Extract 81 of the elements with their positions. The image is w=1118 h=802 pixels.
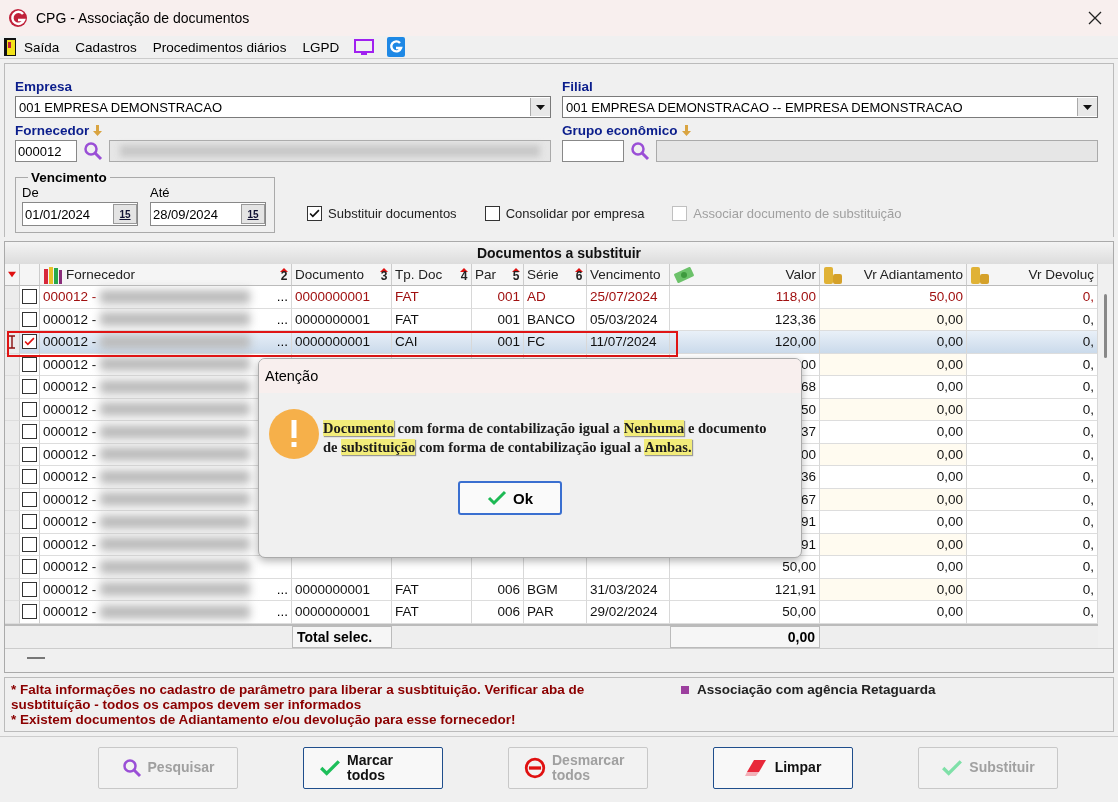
advance-cell: 0,00 <box>820 421 967 444</box>
supplier-cell: 000012 - <box>43 604 97 620</box>
more-text: ... <box>276 604 288 620</box>
advance-cell: 0,00 <box>820 578 967 601</box>
total-value: 0,00 <box>670 625 820 648</box>
grid-title: Documentos a substituir <box>5 242 1113 264</box>
series-cell: PAR <box>524 601 587 624</box>
field-label: Empresa <box>15 77 73 96</box>
refund-cell: 0, <box>967 601 1098 624</box>
document-cell: 0000000001 <box>292 286 392 309</box>
installment-cell: 006 <box>472 601 524 624</box>
refund-cell: 0, <box>967 286 1098 309</box>
refund-cell: 0, <box>967 466 1098 489</box>
advance-cell: 0,00 <box>820 398 967 421</box>
due-date-cell: 29/02/2024 <box>587 601 670 624</box>
document-cell: 0000000001 <box>292 601 392 624</box>
advance-cell: 0,00 <box>820 331 967 354</box>
type-cell: CAI <box>392 331 472 354</box>
installment-cell: 001 <box>472 308 524 331</box>
value-cell: 120,00 <box>670 331 820 354</box>
supplier-cell: 000012 - <box>43 469 97 485</box>
advance-cell: 0,00 <box>820 308 967 331</box>
warning-message: * Existem documentos de Adiantamento e/ou devolução para esse fornecedor! <box>11 712 517 727</box>
supplier-cell: 000012 - <box>43 446 97 462</box>
refund-cell: 0, <box>967 511 1098 534</box>
warning-message: * Falta informações no cadastro de parâmetro para liberar a susbtituição. Verificar aba de susbtituíção - todos os campos devem ser informados <box>11 682 586 712</box>
more-text: ... <box>276 289 288 305</box>
supplier-cell: 000012 - <box>43 289 97 305</box>
supplier-cell: 000012 - <box>43 379 97 395</box>
supplier-cell: 000012 - <box>43 514 97 530</box>
supplier-cell: 000012 - <box>43 401 97 417</box>
supplier-cell: 000012 - <box>43 559 97 575</box>
refund-cell: 0, <box>967 421 1098 444</box>
value-cell: 118,00 <box>670 286 820 309</box>
field-label: De <box>22 185 40 200</box>
type-cell: FAT <box>392 601 472 624</box>
more-text: ... <box>276 581 288 597</box>
refund-cell: 0, <box>967 331 1098 354</box>
type-cell: FAT <box>392 286 472 309</box>
series-cell: AD <box>524 286 587 309</box>
advance-cell: 0,00 <box>820 443 967 466</box>
advance-cell: 0,00 <box>820 353 967 376</box>
installment-cell: 001 <box>472 331 524 354</box>
total-label: Total selec. <box>292 625 392 648</box>
advance-cell: 0,00 <box>820 601 967 624</box>
series-cell: FC <box>524 331 587 354</box>
supplier-cell: 000012 - <box>43 311 97 327</box>
advance-cell: 0,00 <box>820 488 967 511</box>
value-cell: 50,00 <box>670 601 820 624</box>
advance-cell: 0,00 <box>820 556 967 579</box>
series-cell: BANCO <box>524 308 587 331</box>
type-cell: FAT <box>392 308 472 331</box>
supplier-cell: 000012 - <box>43 424 97 440</box>
advance-cell: 0,00 <box>820 376 967 399</box>
due-date-cell: 25/07/2024 <box>587 286 670 309</box>
due-date-cell: 11/07/2024 <box>587 331 670 354</box>
supplier-cell: 000012 - <box>43 581 97 597</box>
legend-label: Associação com agência Retaguarda <box>697 682 936 697</box>
refund-cell: 0, <box>967 376 1098 399</box>
installment-cell: 001 <box>472 286 524 309</box>
document-cell: 0000000001 <box>292 331 392 354</box>
advance-cell: 0,00 <box>820 511 967 534</box>
group-title: Vencimento <box>30 170 108 185</box>
advance-cell: 0,00 <box>820 533 967 556</box>
advance-cell: 0,00 <box>820 466 967 489</box>
supplier-cell: 000012 - <box>43 334 97 350</box>
advance-cell: 50,00 <box>820 286 967 309</box>
field-label: Até <box>150 185 171 200</box>
supplier-cell: 000012 - <box>43 491 97 507</box>
supplier-cell: 000012 - <box>43 356 97 372</box>
due-date-cell: 05/03/2024 <box>587 308 670 331</box>
refund-cell: 0, <box>967 556 1098 579</box>
field-label: Filial <box>562 77 593 96</box>
more-text: ... <box>276 334 288 350</box>
field-label: Fornecedor <box>15 121 90 140</box>
document-cell: 0000000001 <box>292 308 392 331</box>
more-text: ... <box>276 311 288 327</box>
field-label: Grupo econômico <box>562 121 678 140</box>
dialog-title: Atenção <box>259 359 801 393</box>
window-title: CPG - Associação de documentos <box>36 10 251 26</box>
supplier-cell: 000012 - <box>43 536 97 552</box>
